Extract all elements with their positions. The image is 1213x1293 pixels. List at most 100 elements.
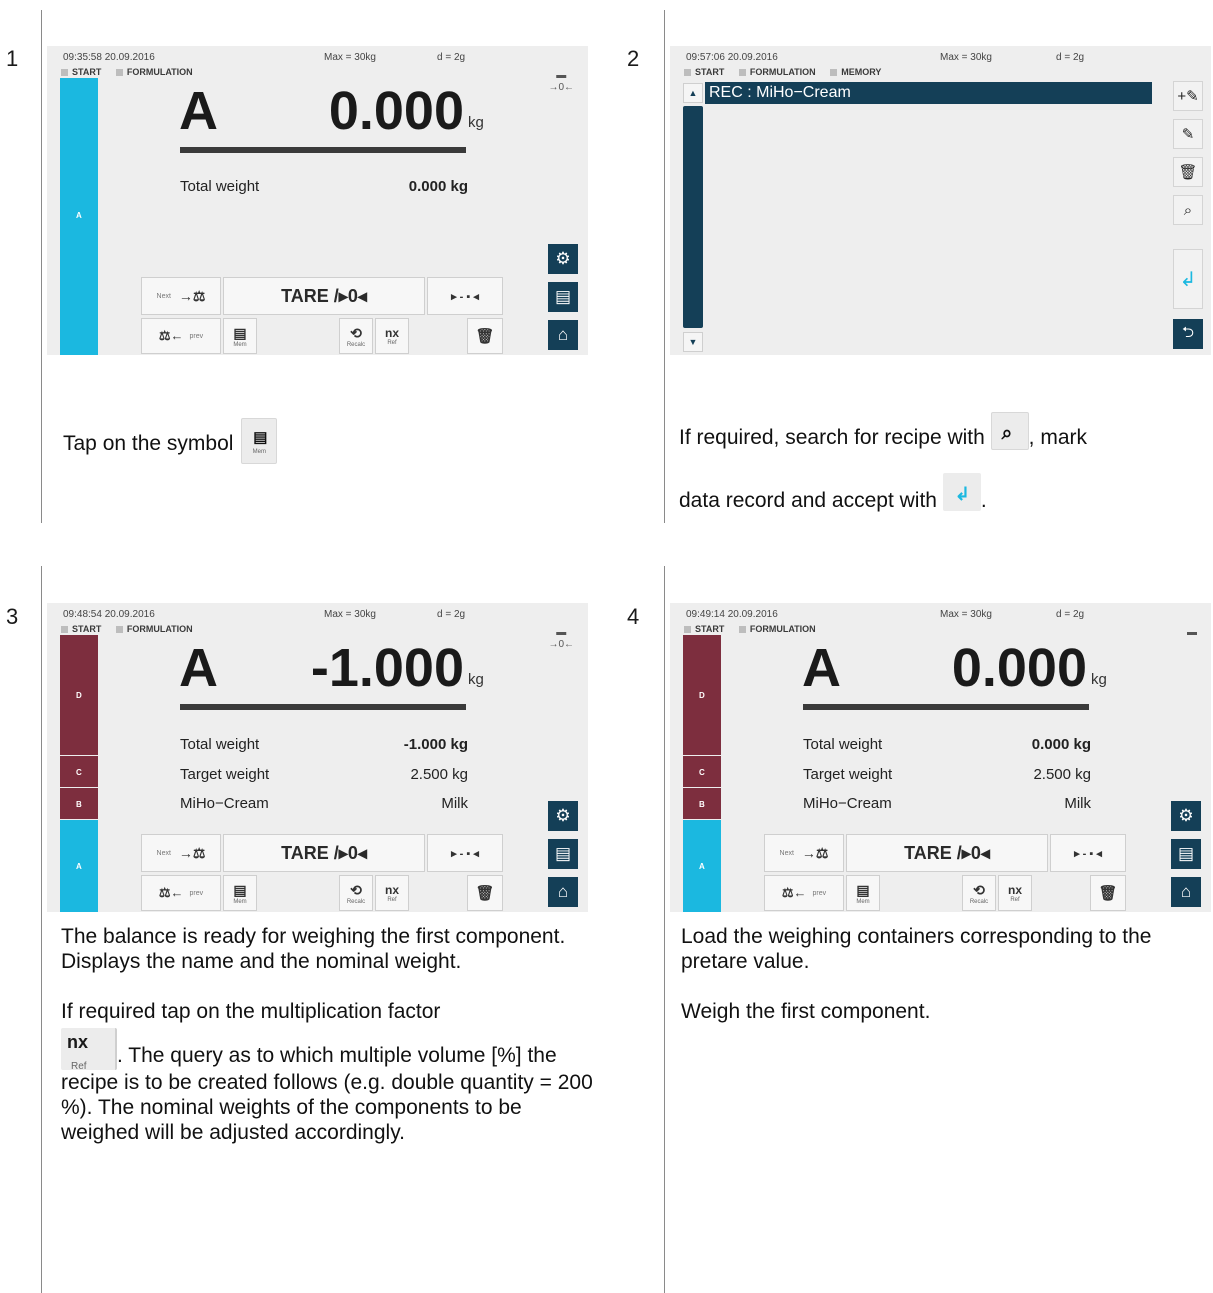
add-record-button[interactable]: +✎ [1173,81,1203,111]
divider-mid-top [664,10,665,523]
delete-button[interactable]: 🗑 [467,318,503,354]
datetime: 09:49:14 20.09.2016 [686,609,778,620]
accept-icon: ↲ [942,473,981,511]
back-button[interactable]: ⮌ [1173,319,1203,349]
crumb-memory[interactable]: MEMORY [830,67,881,77]
settings-button[interactable]: ⚙ [548,244,578,274]
prev-button[interactable]: ⚖← prev [764,875,844,911]
readability: d = 2g [1056,52,1085,63]
recalc-button[interactable]: ⟲ Recalc [339,318,373,354]
component-letter: A [802,638,841,698]
step4-caption: Load the weighing containers correspondi… [681,925,1152,1023]
delete-button[interactable]: 🗑 [1090,875,1126,911]
weight-underline [180,704,466,710]
component-bar-c: C [683,756,721,787]
divider-left-top [41,10,42,523]
next-button[interactable]: Next →⚖ [141,277,221,315]
breadcrumb: START FORMULATION MEMORY [684,67,893,77]
tare-button[interactable]: TARE /▸0◂ [223,834,425,872]
selected-record[interactable]: REC : MiHo−Cream [705,82,1152,104]
pretare-button[interactable]: ▸ - ▪ ◂ [427,834,503,872]
mem-button[interactable]: ▤ Mem [223,318,257,354]
delete-record-button[interactable]: 🗑 [1173,157,1203,187]
component-letter: A [179,638,218,698]
settings-button[interactable]: ⚙ [1171,801,1201,831]
pretare-button[interactable]: ▸ - ▪ ◂ [1050,834,1126,872]
mem-button[interactable]: ▤ Mem [846,875,880,911]
target-weight-label: Target weight [803,766,893,783]
delete-button[interactable]: 🗑 [467,875,503,911]
prev-button[interactable]: ⚖← prev [141,318,221,354]
search-button[interactable]: ⌕ [1173,195,1203,225]
scroll-up-button[interactable]: ▲ [683,83,703,103]
step1-caption: Tap on the symbol ▤ Mem [63,418,278,464]
crumb-formulation[interactable]: FORMULATION [738,624,816,634]
readability: d = 2g [437,609,466,620]
recipe-name: MiHo−Cream [180,795,269,812]
weight-unit: kg [468,114,484,131]
crumb-start[interactable]: START [684,624,724,634]
crumb-formulation[interactable]: FORMULATION [115,624,193,634]
prev-button[interactable]: ⚖← prev [141,875,221,911]
print-button[interactable]: ▤ [548,282,578,312]
crumb-formulation[interactable]: FORMULATION [115,67,193,77]
datetime: 09:48:54 20.09.2016 [63,609,155,620]
edit-record-button[interactable]: ✎ [1173,119,1203,149]
readability: d = 2g [437,52,466,63]
weight-value: 0.000 [328,81,464,141]
accept-button[interactable]: ↲ [1173,249,1203,309]
recalc-button[interactable]: ⟲ Recalc [339,875,373,911]
breadcrumb: START FORMULATION [684,624,828,634]
total-weight-value: 0.000 kg [408,178,468,195]
print-button[interactable]: ▤ [548,839,578,869]
home-button[interactable]: ⌂ [548,320,578,350]
component-bar-b: B [60,788,98,819]
weight-unit: kg [1091,671,1107,688]
stability-indicator-icon: ▬ [1187,627,1197,638]
component-bar-a: A [60,78,98,355]
home-button[interactable]: ⌂ [1171,877,1201,907]
settings-button[interactable]: ⚙ [548,801,578,831]
max-capacity: Max = 30kg [324,609,376,620]
crumb-formulation[interactable]: FORMULATION [738,67,816,77]
tare-button[interactable]: TARE /▸0◂ [846,834,1048,872]
multiplication-factor-icon: nx Ref [61,1028,117,1072]
max-capacity: Max = 30kg [324,52,376,63]
component-bar-b: B [683,788,721,819]
recalc-button[interactable]: ⟲ Recalc [962,875,996,911]
datetime: 09:35:58 20.09.2016 [63,52,155,63]
divider-mid-bottom [664,566,665,1293]
ref-button[interactable]: nx Ref [375,875,409,911]
scrollbar[interactable] [683,106,703,328]
component-bar-a: A [60,820,98,912]
next-button[interactable]: Next →⚖ [141,834,221,872]
next-button[interactable]: Next →⚖ [764,834,844,872]
scroll-down-button[interactable]: ▼ [683,332,703,352]
ref-button[interactable]: nx Ref [375,318,409,354]
component-bar-c: C [60,756,98,787]
print-button[interactable]: ▤ [1171,839,1201,869]
weight-underline [180,147,466,153]
balance-screen-step2: 09:57:06 20.09.2016 Max = 30kg d = 2g ST… [670,46,1211,355]
component-name: Milk [1064,795,1091,812]
component-name: Milk [441,795,468,812]
component-bar-a: A [683,820,721,912]
target-weight-value: 2.500 kg [410,766,468,783]
total-weight-value: 0.000 kg [1031,736,1091,753]
crumb-start[interactable]: START [61,624,101,634]
component-letter: A [179,81,218,141]
ref-button[interactable]: nx Ref [998,875,1032,911]
crumb-start[interactable]: START [684,67,724,77]
crumb-start[interactable]: START [61,67,101,77]
balance-screen-step1: 09:35:58 20.09.2016 Max = 30kg d = 2g ST… [47,46,588,355]
search-icon: ⌕ [990,412,1029,450]
component-bar-d: D [60,635,98,755]
max-capacity: Max = 30kg [940,52,992,63]
weight-value: 0.000 [951,638,1087,698]
pretare-button[interactable]: ▸ - ▪ ◂ [427,277,503,315]
mem-button[interactable]: ▤ Mem [223,875,257,911]
total-weight-label: Total weight [180,178,260,195]
tare-button[interactable]: TARE /▸0◂ [223,277,425,315]
home-button[interactable]: ⌂ [548,877,578,907]
step3-caption: The balance is ready for weighing the fi… [61,925,593,1144]
